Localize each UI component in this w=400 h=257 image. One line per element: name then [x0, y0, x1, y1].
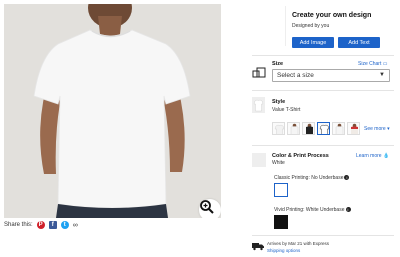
chevron-down-icon: ▾	[387, 126, 390, 132]
see-more-text: See more	[364, 126, 386, 132]
see-more-link[interactable]: See more ▾	[364, 126, 390, 132]
chevron-down-icon: ▼	[379, 72, 385, 78]
share-label: Share this:	[4, 222, 33, 228]
zoom-button[interactable]	[199, 199, 221, 218]
print-option-label: Vivid Printing: White Underbase i	[274, 207, 351, 213]
arrival-text: Arrives by Mar 21 with Express	[267, 241, 330, 246]
print-option-text: Vivid Printing: White Underbase	[274, 207, 345, 213]
divider	[252, 90, 394, 91]
learn-more-text: Learn more	[356, 153, 382, 159]
print-option-text: Classic Printing: No Underbase	[274, 175, 344, 181]
style-swatches	[272, 122, 360, 135]
product-image	[4, 4, 221, 218]
size-select[interactable]: Select a size ▼	[272, 69, 390, 82]
style-swatch-selected[interactable]	[317, 122, 330, 135]
design-thumbnail	[252, 6, 286, 46]
product-options-panel: Create your own design Designed by you A…	[252, 0, 398, 257]
size-icon	[252, 67, 266, 78]
style-swatch[interactable]	[332, 122, 345, 135]
zoom-icon	[200, 200, 214, 214]
color-value: White	[272, 160, 285, 166]
size-chart-link[interactable]: Size Chart ▭	[358, 61, 387, 67]
shipping-options-link[interactable]: Shipping options	[267, 248, 300, 253]
pinterest-icon[interactable]: P	[36, 221, 45, 229]
design-title: Create your own design	[292, 12, 372, 19]
tshirt-model-illustration	[33, 4, 191, 218]
divider	[252, 55, 394, 56]
style-swatch[interactable]	[302, 122, 315, 135]
color-option-black[interactable]	[274, 215, 288, 229]
design-subtitle: Designed by you	[292, 23, 330, 29]
size-select-value: Select a size	[277, 72, 314, 79]
add-text-button[interactable]: Add Text	[338, 37, 380, 48]
size-label: Size	[272, 61, 284, 67]
ruler-icon: ▭	[382, 61, 388, 67]
divider	[252, 235, 394, 236]
droplet-icon: 💧	[382, 153, 390, 159]
style-swatch[interactable]	[272, 122, 285, 135]
facebook-icon[interactable]: f	[48, 221, 57, 229]
learn-more-link[interactable]: Learn more 💧	[356, 153, 389, 159]
twitter-icon[interactable]: t	[60, 221, 69, 229]
size-chart-text: Size Chart	[358, 61, 382, 67]
link-icon[interactable]: ∞	[73, 222, 78, 229]
truck-icon	[252, 243, 264, 251]
add-image-button[interactable]: Add Image	[292, 37, 334, 48]
print-option-label: Classic Printing: No Underbase i	[274, 175, 350, 181]
share-bar: Share this: P f t ∞	[4, 219, 78, 231]
style-label: Style	[272, 99, 286, 105]
style-value: Value T-Shirt	[272, 107, 301, 113]
divider	[252, 145, 394, 146]
color-preview-swatch	[252, 153, 266, 167]
style-swatch[interactable]	[347, 122, 360, 135]
style-tshirt-icon	[252, 97, 265, 113]
info-icon[interactable]: i	[344, 175, 350, 181]
info-icon[interactable]: i	[345, 207, 351, 213]
color-option-white[interactable]	[274, 183, 288, 197]
color-label: Color & Print Process	[272, 153, 329, 159]
style-swatch[interactable]	[287, 122, 300, 135]
